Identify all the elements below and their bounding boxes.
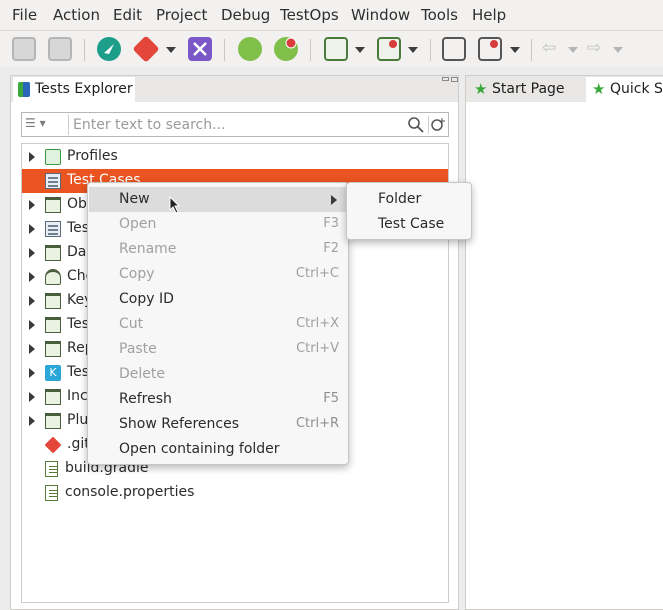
menu-file[interactable]: File: [12, 6, 37, 24]
menu-item-show-references[interactable]: Show References Ctrl+R: [89, 412, 347, 437]
editor-tab-bar: ★ Start Page ★ Quick St: [466, 76, 663, 102]
menu-item-copy[interactable]: Copy Ctrl+C: [89, 262, 347, 287]
menu-project[interactable]: Project: [156, 6, 207, 24]
menu-window[interactable]: Window: [351, 6, 410, 24]
submenu-item-folder[interactable]: Folder: [348, 187, 470, 212]
menu-debug[interactable]: Debug: [221, 6, 270, 24]
expand-arrow-icon[interactable]: [29, 296, 35, 306]
toolbar: ⇦ ⇨: [0, 31, 663, 67]
search-icon[interactable]: [407, 116, 425, 134]
star-icon: ★: [592, 80, 606, 98]
folder-icon: [45, 413, 61, 429]
maximize-icon[interactable]: [451, 77, 458, 82]
keywords-icon: [45, 293, 61, 309]
forward-icon[interactable]: ⇨: [587, 38, 601, 58]
expand-arrow-icon[interactable]: [29, 392, 35, 402]
katalon-icon: K: [45, 365, 61, 381]
tree-item-profiles[interactable]: Profiles: [22, 145, 448, 169]
expand-arrow-icon[interactable]: [29, 272, 35, 282]
expand-arrow-icon[interactable]: [29, 248, 35, 258]
new-submenu: Folder Test Case: [346, 182, 472, 240]
katalon-studio-icon[interactable]: [97, 37, 121, 61]
editor-panel: ★ Start Page ★ Quick St: [465, 75, 663, 610]
git-icon: [44, 436, 62, 454]
folder-icon: [45, 389, 61, 405]
minimize-icon[interactable]: [442, 77, 449, 81]
expand-arrow-icon[interactable]: [29, 368, 35, 378]
tab-label: Tests Explorer: [35, 81, 133, 97]
file-icon: [45, 461, 58, 477]
windows-spy-icon[interactable]: [442, 37, 466, 61]
katalon-recorder-icon[interactable]: [188, 37, 212, 61]
tab-start-page[interactable]: ★ Start Page: [468, 77, 588, 102]
menu-item-cut[interactable]: Cut Ctrl+X: [89, 312, 347, 337]
back-icon[interactable]: ⇦: [542, 38, 556, 58]
menu-item-delete[interactable]: Delete: [89, 362, 347, 387]
save-icon[interactable]: [12, 37, 36, 61]
profile-icon: [45, 149, 61, 165]
tests-explorer-icon: [18, 82, 30, 97]
file-icon: [45, 485, 58, 501]
tree-item-console-properties[interactable]: console.properties: [22, 481, 448, 505]
checkpoints-icon: [45, 269, 61, 285]
folder-icon: [45, 317, 61, 333]
menu-bar: File Action Edit Project Debug TestOps W…: [0, 0, 663, 31]
filter-icon[interactable]: ☰ ▾: [25, 116, 61, 134]
menu-help[interactable]: Help: [472, 6, 506, 24]
expand-arrow-icon[interactable]: [29, 200, 35, 210]
menu-item-open[interactable]: Open F3: [89, 212, 347, 237]
menu-item-copy-id[interactable]: Copy ID: [89, 287, 347, 312]
menu-item-rename[interactable]: Rename F2: [89, 237, 347, 262]
reports-icon: [45, 341, 61, 357]
tab-quick-start[interactable]: ★ Quick St: [586, 77, 663, 102]
search-bar: ☰ ▾: [21, 112, 449, 137]
expand-arrow-icon[interactable]: [29, 320, 35, 330]
menu-testops[interactable]: TestOps: [280, 6, 339, 24]
expand-arrow-icon[interactable]: [29, 152, 35, 162]
data-files-icon: [45, 245, 61, 261]
git-icon[interactable]: [132, 35, 160, 63]
mobile-spy-icon[interactable]: [324, 37, 348, 61]
menu-edit[interactable]: Edit: [113, 6, 142, 24]
object-repository-icon: [45, 197, 61, 213]
back-dropdown-icon[interactable]: [568, 47, 578, 53]
context-menu: New Open F3 Rename F2 Copy Ctrl+C Copy I…: [87, 182, 349, 465]
menu-item-refresh[interactable]: Refresh F5: [89, 387, 347, 412]
mobile-record-dropdown-icon[interactable]: [408, 47, 418, 53]
menu-action[interactable]: Action: [53, 6, 100, 24]
test-cases-icon: [45, 173, 61, 189]
save-all-icon[interactable]: [48, 37, 72, 61]
advanced-search-icon[interactable]: [428, 116, 446, 134]
submenu-arrow-icon: [331, 195, 337, 205]
expand-arrow-icon[interactable]: [29, 344, 35, 354]
web-record-icon[interactable]: [274, 37, 298, 61]
menu-tools[interactable]: Tools: [421, 6, 458, 24]
mobile-record-icon[interactable]: [377, 37, 401, 61]
menu-item-paste[interactable]: Paste Ctrl+V: [89, 337, 347, 362]
windows-record-dropdown-icon[interactable]: [510, 47, 520, 53]
mouse-cursor-icon: [169, 196, 181, 214]
panel-tab-bar: Tests Explorer: [11, 76, 458, 102]
menu-item-new[interactable]: New: [89, 187, 347, 212]
git-dropdown-icon[interactable]: [166, 47, 176, 53]
search-input[interactable]: [68, 114, 404, 135]
web-spy-icon[interactable]: [238, 37, 262, 61]
windows-record-icon[interactable]: [478, 37, 502, 61]
forward-dropdown-icon[interactable]: [613, 47, 623, 53]
expand-arrow-icon[interactable]: [29, 416, 35, 426]
expand-arrow-icon[interactable]: [29, 224, 35, 234]
star-icon: ★: [474, 80, 488, 98]
menu-item-open-containing-folder[interactable]: Open containing folder: [89, 437, 347, 462]
test-suites-icon: [45, 221, 61, 237]
submenu-item-test-case[interactable]: Test Case: [348, 212, 470, 237]
mobile-spy-dropdown-icon[interactable]: [355, 47, 365, 53]
tab-tests-explorer[interactable]: Tests Explorer: [13, 77, 135, 102]
